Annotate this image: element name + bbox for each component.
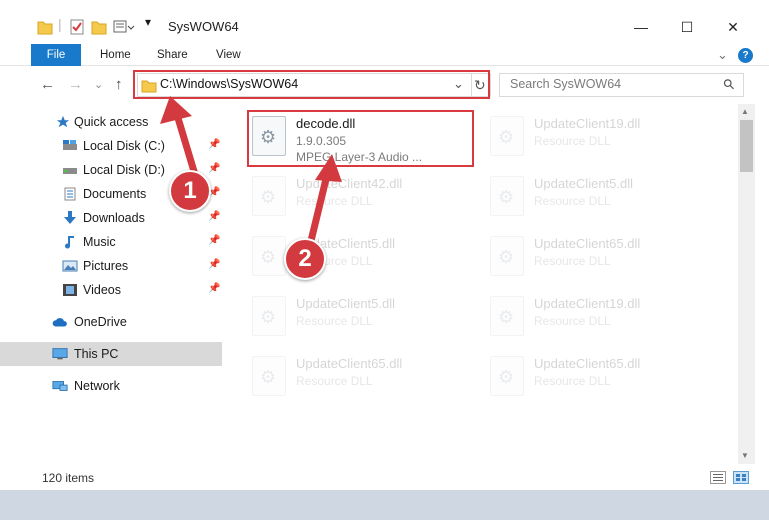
step-2-badge: 2 [284, 238, 326, 280]
arrow-2-shaft [306, 171, 331, 249]
callout-arrows [160, 96, 342, 249]
arrow-2-head [315, 154, 342, 182]
arrow-1-shaft [174, 114, 200, 182]
arrow-1-head [160, 96, 192, 124]
step-1-badge: 1 [169, 170, 211, 212]
